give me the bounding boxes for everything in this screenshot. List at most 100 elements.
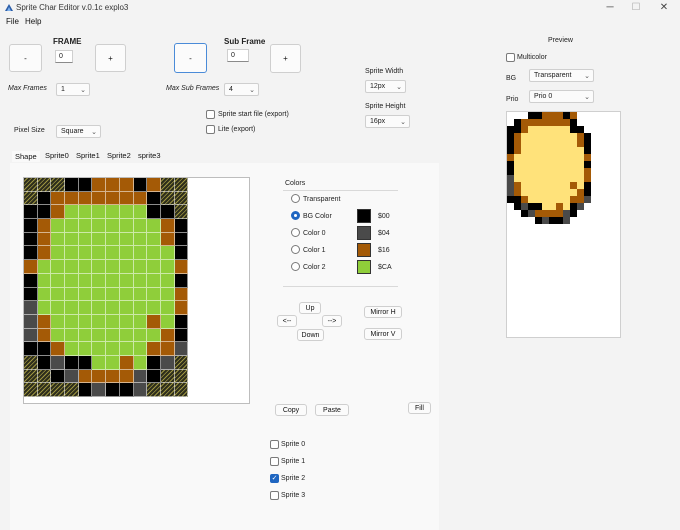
pixel-cell[interactable] xyxy=(106,260,120,274)
color1-swatch[interactable] xyxy=(357,243,371,257)
pixel-cell[interactable] xyxy=(92,287,107,302)
pixel-cell[interactable] xyxy=(92,314,107,329)
pixel-cell[interactable] xyxy=(24,383,38,397)
pixel-cell[interactable] xyxy=(78,191,93,206)
pixel-cell[interactable] xyxy=(51,287,66,302)
pixel-cell[interactable] xyxy=(37,246,52,261)
pixel-cell[interactable] xyxy=(24,342,38,356)
pixel-cell[interactable] xyxy=(65,219,79,233)
pixel-cell[interactable] xyxy=(65,232,79,247)
pixel-cell[interactable] xyxy=(119,369,134,384)
pixel-cell[interactable] xyxy=(106,246,120,261)
pixel-grid[interactable] xyxy=(24,178,189,397)
pixel-cell[interactable] xyxy=(160,219,175,233)
pixel-cell[interactable] xyxy=(147,369,161,384)
pixel-cell[interactable] xyxy=(160,328,175,343)
pixel-cell[interactable] xyxy=(24,205,38,220)
pixel-cell[interactable] xyxy=(133,328,148,343)
pixel-cell[interactable] xyxy=(92,369,107,384)
pixel-cell[interactable] xyxy=(78,301,93,315)
pixel-cell[interactable] xyxy=(106,328,120,343)
pixel-cell[interactable] xyxy=(92,328,107,343)
pixel-cell[interactable] xyxy=(133,301,148,315)
pixel-cell[interactable] xyxy=(106,369,120,384)
pixel-cell[interactable] xyxy=(106,232,120,247)
pixel-cell[interactable] xyxy=(51,232,66,247)
tab-sprite1[interactable]: Sprite1 xyxy=(76,151,100,160)
minimize-icon[interactable]: ─ xyxy=(596,0,624,16)
pixel-cell[interactable] xyxy=(106,301,120,315)
pixel-cell[interactable] xyxy=(147,246,161,261)
pixel-cell[interactable] xyxy=(119,355,134,370)
pixel-cell[interactable] xyxy=(92,205,107,220)
paste-button[interactable]: Paste xyxy=(315,404,349,416)
pixel-cell[interactable] xyxy=(78,342,93,356)
pixel-cell[interactable] xyxy=(65,205,79,220)
pixel-cell[interactable] xyxy=(147,178,161,192)
pixel-cell[interactable] xyxy=(160,287,175,302)
pixel-cell[interactable] xyxy=(160,232,175,247)
multicolor-checkbox[interactable] xyxy=(506,53,515,62)
bg-color-swatch[interactable] xyxy=(357,209,371,223)
pixel-cell[interactable] xyxy=(92,342,107,356)
pixel-cell[interactable] xyxy=(65,273,79,288)
pixel-cell[interactable] xyxy=(147,260,161,274)
pixel-cell[interactable] xyxy=(174,355,189,370)
pixel-cell[interactable] xyxy=(37,178,52,192)
pixel-cell[interactable] xyxy=(147,273,161,288)
pixel-cell[interactable] xyxy=(65,191,79,206)
pixel-cell[interactable] xyxy=(119,342,134,356)
pixel-cell[interactable] xyxy=(147,287,161,302)
pixel-cell[interactable] xyxy=(65,301,79,315)
pixel-cell[interactable] xyxy=(160,314,175,329)
pixel-cell[interactable] xyxy=(24,301,38,315)
pixel-cell[interactable] xyxy=(106,383,120,397)
pixel-cell[interactable] xyxy=(24,355,38,370)
sprite-width-select[interactable]: 12px ⌄ xyxy=(365,80,406,93)
pixel-cell[interactable] xyxy=(78,383,93,397)
pixel-cell[interactable] xyxy=(37,232,52,247)
pixel-cell[interactable] xyxy=(160,342,175,356)
pixel-cell[interactable] xyxy=(174,369,189,384)
pixel-cell[interactable] xyxy=(37,273,52,288)
pixel-cell[interactable] xyxy=(119,191,134,206)
pixel-cell[interactable] xyxy=(51,246,66,261)
move-up-button[interactable]: Up xyxy=(299,302,321,314)
pixel-cell[interactable] xyxy=(133,314,148,329)
pixel-cell[interactable] xyxy=(119,219,134,233)
pixel-cell[interactable] xyxy=(119,328,134,343)
pixel-cell[interactable] xyxy=(65,369,79,384)
pixel-cell[interactable] xyxy=(106,219,120,233)
pixel-cell[interactable] xyxy=(119,260,134,274)
pixel-cell[interactable] xyxy=(174,383,189,397)
pixel-cell[interactable] xyxy=(92,246,107,261)
pixel-cell[interactable] xyxy=(51,205,66,220)
sprite3-checkbox[interactable] xyxy=(270,491,279,500)
pixel-cell[interactable] xyxy=(24,328,38,343)
pixel-cell[interactable] xyxy=(174,232,189,247)
subframe-minus-button[interactable]: - xyxy=(174,43,207,73)
pixel-cell[interactable] xyxy=(24,232,38,247)
mirror-v-button[interactable]: Mirror V xyxy=(364,328,402,340)
color1-radio[interactable] xyxy=(291,245,300,254)
pixel-cell[interactable] xyxy=(37,219,52,233)
pixel-cell[interactable] xyxy=(51,314,66,329)
tab-sprite0[interactable]: Sprite0 xyxy=(45,151,69,160)
pixel-cell[interactable] xyxy=(147,314,161,329)
pixel-cell[interactable] xyxy=(174,205,189,220)
pixel-cell[interactable] xyxy=(37,301,52,315)
pixel-cell[interactable] xyxy=(92,178,107,192)
pixel-cell[interactable] xyxy=(133,219,148,233)
sprite2-checkbox[interactable]: ✓ xyxy=(270,474,279,483)
subframe-value[interactable]: 0 xyxy=(227,49,249,62)
pixel-cell[interactable] xyxy=(24,287,38,302)
pixel-cell[interactable] xyxy=(24,246,38,261)
pixel-cell[interactable] xyxy=(160,273,175,288)
color0-radio[interactable] xyxy=(291,228,300,237)
pixel-cell[interactable] xyxy=(65,246,79,261)
pixel-cell[interactable] xyxy=(78,178,93,192)
pixel-cell[interactable] xyxy=(51,219,66,233)
pixel-cell[interactable] xyxy=(92,232,107,247)
pixel-cell[interactable] xyxy=(160,205,175,220)
pixel-cell[interactable] xyxy=(147,383,161,397)
